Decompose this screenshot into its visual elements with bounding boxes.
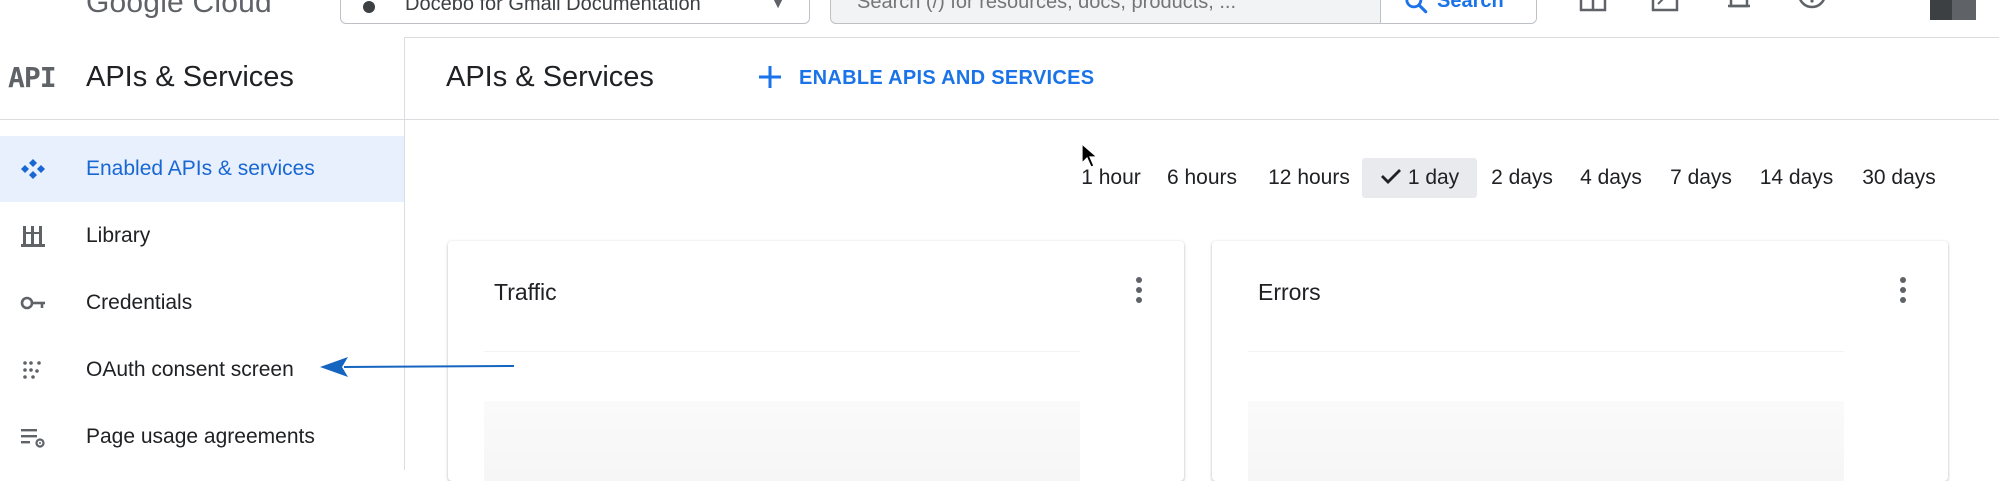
project-icon — [363, 1, 375, 13]
search-button-label: Search — [1437, 0, 1504, 12]
key-icon — [20, 296, 45, 310]
search-input[interactable] — [831, 0, 1381, 23]
top-bar: Google Cloud Docebo for Gmail Documentat… — [0, 0, 1999, 38]
time-range-6-hours[interactable]: 6 hours — [1158, 158, 1246, 198]
time-range-1-day[interactable]: 1 day — [1362, 158, 1477, 198]
sidebar-item-page-usage[interactable]: Page usage agreements — [0, 404, 404, 470]
bell-icon[interactable] — [1724, 0, 1754, 12]
oauth-dots-icon — [23, 361, 41, 379]
time-range-12-hours[interactable]: 12 hours — [1260, 158, 1358, 198]
sidebar-item-credentials[interactable]: Credentials — [0, 270, 404, 336]
terminal-icon[interactable] — [1650, 0, 1680, 12]
time-range-14-days[interactable]: 14 days — [1752, 158, 1841, 198]
page-title: APIs & Services — [446, 61, 654, 93]
time-range-4-days[interactable]: 4 days — [1573, 158, 1649, 198]
more-vert-icon[interactable] — [1134, 277, 1144, 307]
time-range-7-days[interactable]: 7 days — [1663, 158, 1739, 198]
search-icon — [1405, 0, 1428, 14]
main-header: APIs & Services ENABLE APIS AND SERVICES — [405, 37, 1999, 120]
chart-placeholder — [484, 401, 1080, 481]
api-logo: API — [8, 61, 57, 94]
sidebar-item-label: Library — [86, 224, 151, 247]
card-title: Traffic — [494, 279, 557, 305]
sidebar-title: APIs & Services — [86, 61, 294, 93]
sidebar-item-label: Enabled APIs & services — [86, 157, 315, 180]
sidebar-item-label: Credentials — [86, 291, 193, 314]
library-icon — [21, 226, 45, 247]
sidebar-item-library[interactable]: Library — [0, 203, 404, 269]
api-diamond-icon — [21, 159, 45, 179]
time-range-30-days[interactable]: 30 days — [1854, 158, 1944, 198]
search-button[interactable]: Search — [1380, 0, 1536, 23]
chart-placeholder — [1248, 401, 1844, 481]
errors-card: Errors — [1212, 241, 1948, 481]
time-range-2-days[interactable]: 2 days — [1484, 158, 1560, 198]
chart-divider — [484, 351, 1080, 352]
more-vert-icon[interactable] — [1870, 0, 1900, 12]
sidebar: API APIs & Services Enabled APIs & servi… — [0, 37, 405, 470]
google-cloud-logo[interactable]: Google Cloud — [86, 0, 272, 20]
avatar[interactable] — [1930, 0, 1976, 20]
sidebar-item-label: OAuth consent screen — [86, 358, 294, 381]
card-title: Errors — [1258, 279, 1321, 305]
project-name: Docebo for Gmail Documentation — [405, 0, 701, 15]
more-vert-icon[interactable] — [1898, 277, 1908, 307]
chart-divider — [1248, 351, 1844, 352]
sidebar-item-label: Page usage agreements — [86, 425, 315, 448]
traffic-card: Traffic — [448, 241, 1184, 481]
chevron-down-icon: ▼ — [771, 0, 785, 11]
sidebar-header: API APIs & Services — [0, 37, 404, 120]
project-picker[interactable]: Docebo for Gmail Documentation ▼ — [340, 0, 810, 24]
settings-list-icon — [21, 429, 45, 448]
sidebar-item-enabled-apis[interactable]: Enabled APIs & services — [0, 136, 404, 202]
mouse-cursor-icon — [1081, 143, 1099, 168]
search-bar: Search — [830, 0, 1537, 24]
help-icon[interactable] — [1797, 0, 1827, 12]
time-range-label: 1 day — [1407, 166, 1460, 189]
plus-icon — [759, 66, 781, 88]
gift-icon[interactable] — [1578, 0, 1608, 12]
annotation-arrow — [320, 357, 515, 377]
menu-icon[interactable] — [18, 0, 52, 6]
check-icon — [1380, 169, 1401, 185]
enable-apis-label: ENABLE APIS AND SERVICES — [799, 67, 1095, 89]
